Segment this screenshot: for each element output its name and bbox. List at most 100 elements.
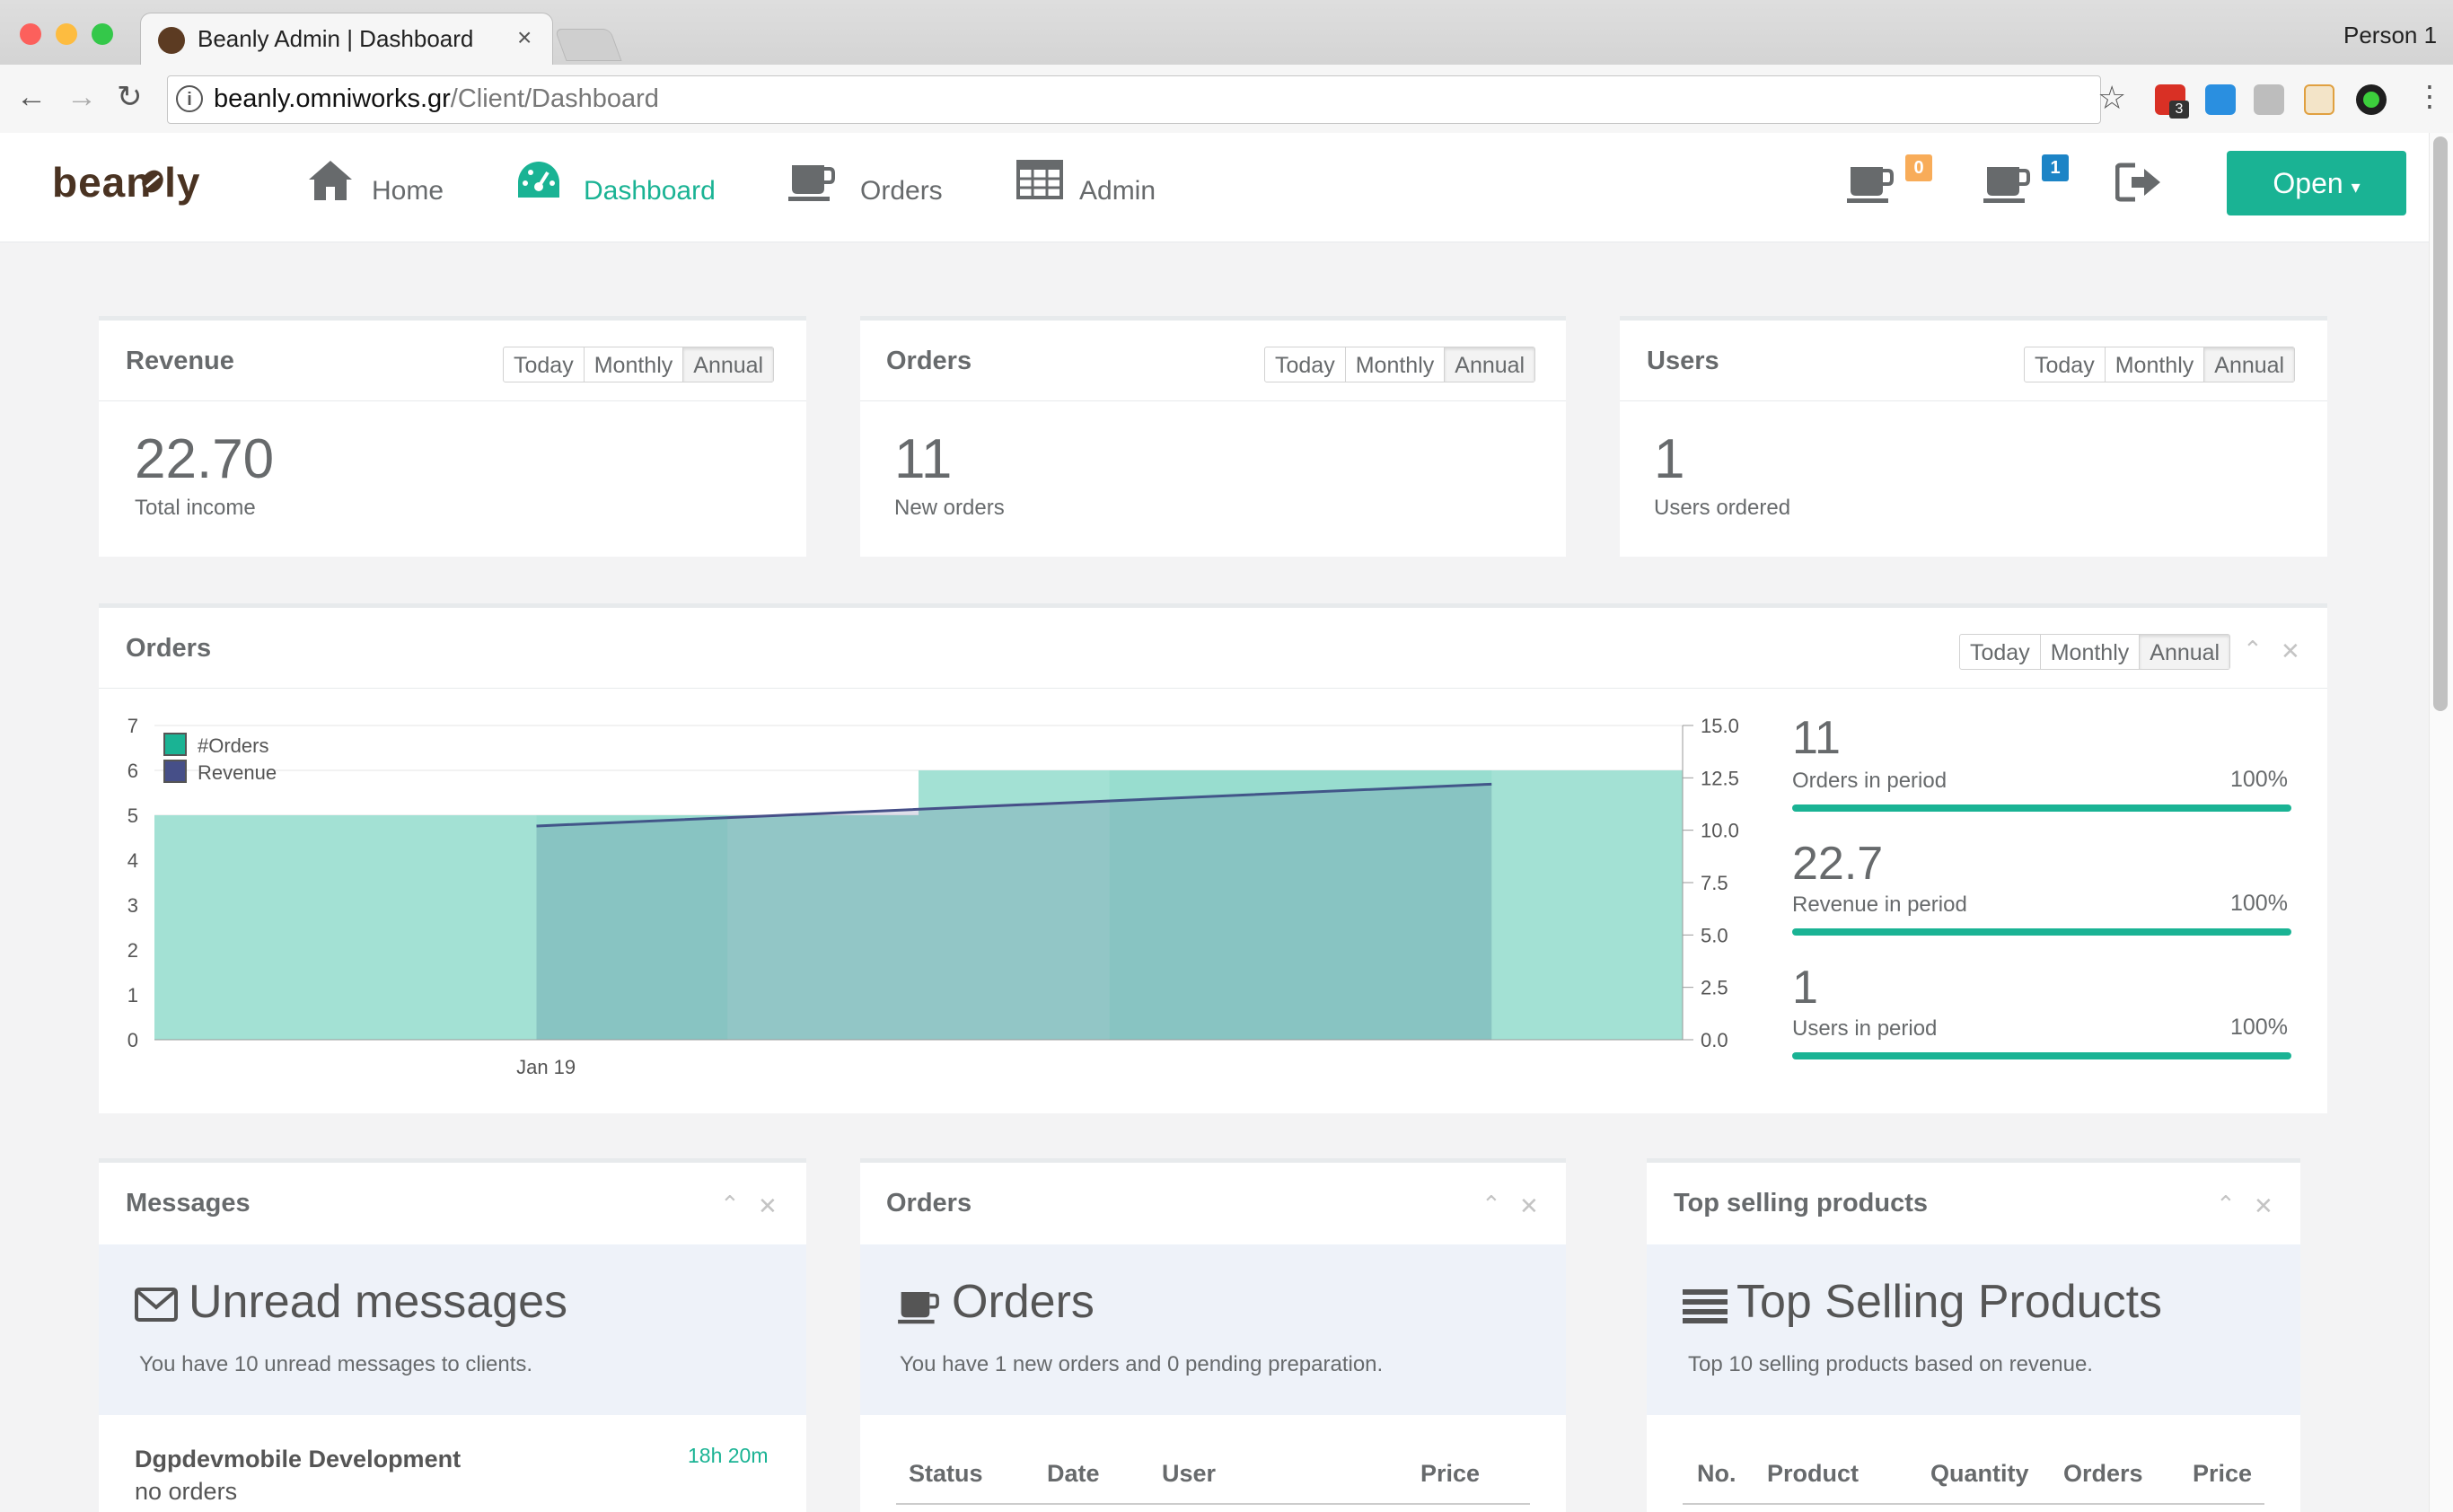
- close-icon[interactable]: ✕: [2281, 637, 2300, 665]
- orders-overlap-band: [1300, 770, 1492, 1040]
- open-store-button[interactable]: Open ▾: [2227, 151, 2406, 215]
- nav-home[interactable]: Home: [372, 176, 444, 207]
- column-product[interactable]: Product: [1767, 1460, 1859, 1488]
- table-header-divider: [896, 1503, 1530, 1505]
- users-in-period-label: Users in period: [1792, 1016, 1938, 1041]
- y-left-tick-label: 0: [127, 1029, 138, 1051]
- close-window-button[interactable]: [20, 23, 41, 45]
- divider: [860, 400, 1566, 401]
- nav-dashboard[interactable]: Dashboard: [584, 176, 716, 207]
- period-today[interactable]: Today: [2025, 347, 2106, 382]
- nav-orders[interactable]: Orders: [860, 176, 943, 207]
- forward-icon[interactable]: →: [66, 79, 97, 115]
- top-products-header: [1647, 1244, 2300, 1415]
- nav-admin[interactable]: Admin: [1079, 176, 1156, 207]
- messages-heading: Unread messages: [189, 1276, 567, 1328]
- y-left-tick-label: 1: [127, 984, 138, 1007]
- tab-close-icon[interactable]: ×: [517, 23, 532, 52]
- period-monthly[interactable]: Monthly: [2041, 635, 2141, 669]
- maximize-window-button[interactable]: [92, 23, 113, 45]
- period-monthly[interactable]: Monthly: [1346, 347, 1446, 382]
- scrollbar-thumb[interactable]: [2433, 136, 2448, 711]
- info-icon[interactable]: i: [176, 85, 203, 112]
- users-in-period-value: 1: [1792, 962, 1818, 1014]
- legend-orders-label: #Orders: [198, 734, 269, 757]
- shield-extension-icon[interactable]: [2254, 84, 2284, 115]
- column-date[interactable]: Date: [1047, 1460, 1100, 1488]
- column-status[interactable]: Status: [909, 1460, 983, 1488]
- close-icon[interactable]: ✕: [2254, 1192, 2273, 1220]
- revenue-value: 22.70: [135, 428, 275, 490]
- coffee-cup-icon: [898, 1292, 939, 1324]
- collapse-icon[interactable]: ⌃: [2243, 636, 2263, 664]
- y-right-tick-label: 10.0: [1701, 820, 1739, 842]
- new-tab-button[interactable]: [554, 29, 622, 61]
- chart-marks: [154, 770, 1684, 1040]
- new-orders-icon[interactable]: [1981, 160, 2033, 205]
- orders-progress-bar: [1792, 804, 2291, 812]
- column-quantity[interactable]: Quantity: [1930, 1460, 2029, 1488]
- revenue-in-period-value: 22.7: [1792, 838, 1884, 890]
- message-subtitle: no orders: [135, 1478, 238, 1505]
- column-user[interactable]: User: [1162, 1460, 1216, 1488]
- period-monthly[interactable]: Monthly: [2106, 347, 2205, 382]
- back-icon[interactable]: ←: [16, 79, 47, 115]
- period-today[interactable]: Today: [1265, 347, 1346, 382]
- y-left-tick-label: 7: [127, 715, 138, 737]
- bowtie-extension-icon[interactable]: [2205, 84, 2236, 115]
- orders-area-segment: [1491, 770, 1684, 1040]
- collapse-icon[interactable]: ⌃: [1481, 1191, 1501, 1218]
- dashboard-icon[interactable]: [515, 158, 562, 203]
- y-left-tick-label: 4: [127, 849, 138, 872]
- column-orders[interactable]: Orders: [2063, 1460, 2143, 1488]
- logout-icon[interactable]: [2115, 162, 2162, 203]
- message-time: 18h 20m: [688, 1444, 769, 1467]
- users-stat-value: 1: [1654, 428, 1685, 490]
- top-products-heading: Top Selling Products: [1736, 1276, 2163, 1328]
- period-monthly[interactable]: Monthly: [585, 347, 684, 382]
- column-price[interactable]: Price: [2193, 1460, 2252, 1488]
- column-number[interactable]: No.: [1697, 1460, 1736, 1488]
- profile-name[interactable]: Person 1: [2343, 22, 2437, 49]
- browser-menu-icon[interactable]: ⋮: [2415, 79, 2444, 113]
- home-icon[interactable]: [307, 158, 354, 203]
- orders-list-description: You have 1 new orders and 0 pending prep…: [900, 1352, 1384, 1376]
- orders-in-period-percent: 100%: [2230, 767, 2288, 792]
- close-icon[interactable]: ✕: [1519, 1192, 1539, 1220]
- minimize-window-button[interactable]: [56, 23, 77, 45]
- column-price[interactable]: Price: [1420, 1460, 1480, 1488]
- messages-title: Messages: [126, 1189, 251, 1218]
- url-host: beanly.omniworks.gr: [214, 84, 451, 113]
- messages-description: You have 10 unread messages to clients.: [139, 1352, 533, 1376]
- url-text[interactable]: beanly.omniworks.gr/Client/Dashboard: [214, 84, 659, 114]
- legend-revenue-label: Revenue: [198, 761, 277, 784]
- orders-stat-value: 11: [894, 428, 953, 490]
- y-right-tick-label: 15.0: [1701, 715, 1739, 737]
- close-icon[interactable]: ✕: [758, 1192, 778, 1220]
- collapse-icon[interactable]: ⌃: [720, 1191, 740, 1218]
- bookmark-star-icon[interactable]: ☆: [2097, 79, 2126, 117]
- logo[interactable]: bean ly: [52, 158, 201, 207]
- y-right-tick-label: 7.5: [1701, 872, 1728, 894]
- list-icon: [1683, 1289, 1728, 1323]
- pending-orders-icon[interactable]: [1844, 160, 1896, 205]
- period-annual[interactable]: Annual: [2140, 635, 2230, 669]
- message-sender[interactable]: Dgpdevmobile Development: [135, 1446, 461, 1473]
- period-today[interactable]: Today: [1960, 635, 2041, 669]
- period-annual[interactable]: Annual: [1445, 347, 1535, 382]
- legend-orders-swatch: [163, 733, 187, 756]
- y-right-tick-label: 5.0: [1701, 924, 1728, 946]
- reload-icon[interactable]: ↻: [117, 79, 143, 115]
- period-today[interactable]: Today: [504, 347, 585, 382]
- orders-chart-title: Orders: [126, 634, 212, 663]
- table-icon[interactable]: [1016, 158, 1063, 203]
- divider: [99, 400, 806, 401]
- orders-area-segment: [345, 815, 537, 1040]
- collapse-icon[interactable]: ⌃: [2216, 1191, 2236, 1218]
- coffee-cup-icon[interactable]: [788, 158, 835, 203]
- period-annual[interactable]: Annual: [2204, 347, 2295, 382]
- period-annual[interactable]: Annual: [683, 347, 774, 382]
- messages-header: [99, 1244, 806, 1415]
- pen-extension-icon[interactable]: [2304, 84, 2334, 115]
- chart-period-switch: Today Monthly Annual: [1959, 634, 2231, 670]
